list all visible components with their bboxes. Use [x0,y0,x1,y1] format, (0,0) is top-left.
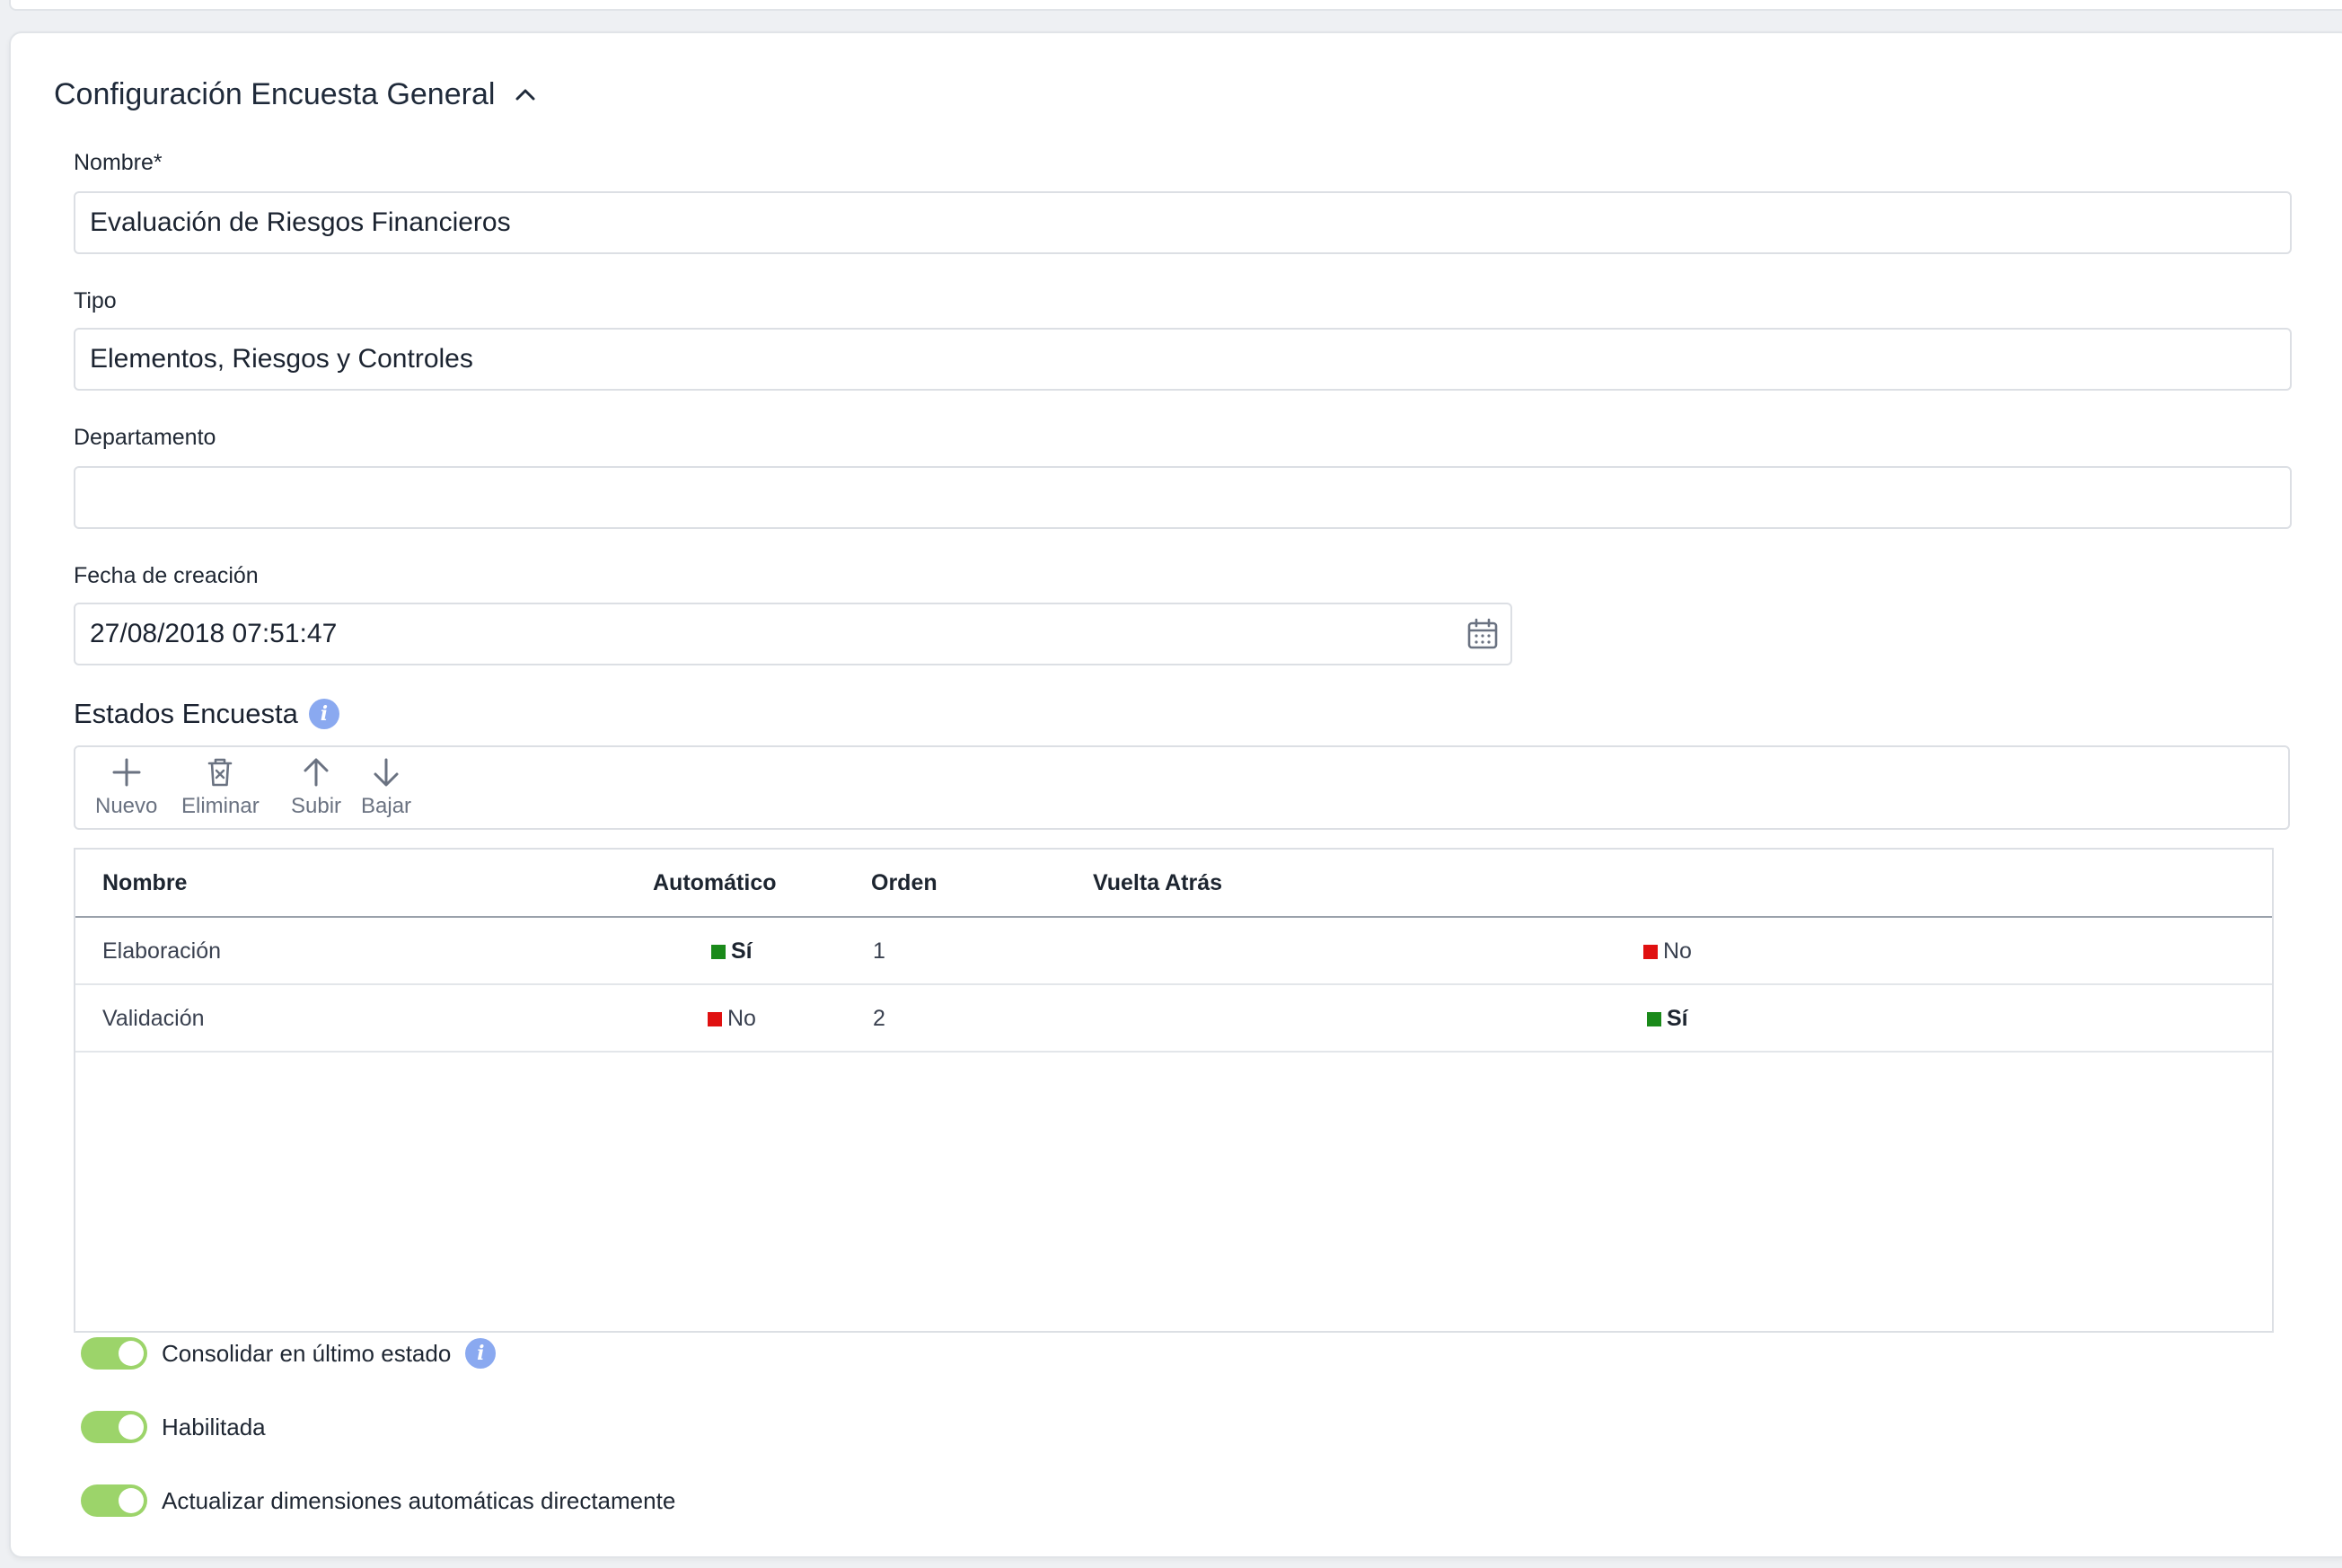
nuevo-button[interactable]: Nuevo [95,754,157,819]
estados-toolbar: Nuevo Eliminar Subir Bajar [74,745,2290,830]
nuevo-label: Nuevo [95,794,158,818]
cell-nombre: Validación [102,1006,205,1031]
consolidar-toggle[interactable] [81,1337,147,1370]
cell-vuelta-atras: No [1643,938,1692,965]
toggle-habilitada-row: Habilitada [81,1411,266,1443]
cell-vuelta-atras: Sí [1647,1006,1688,1032]
trash-icon [208,758,233,787]
cell-automatico: Sí [711,938,753,965]
actualizar-label: Actualizar dimensiones automáticas direc… [162,1486,676,1514]
cell-nombre: Elaboración [102,938,222,964]
survey-config-card: Configuración Encuesta General Nombre* T… [9,31,2342,1558]
col-nombre[interactable]: Nombre [102,870,187,896]
calendar-icon[interactable] [1466,617,1500,651]
col-automatico[interactable]: Automático [653,870,777,896]
toggle-consolidar-row: Consolidar en último estado i [81,1337,497,1370]
eliminar-label: Eliminar [181,794,260,818]
departamento-input[interactable] [74,466,2292,529]
toggle-actualizar-row: Actualizar dimensiones automáticas direc… [81,1484,675,1517]
nombre-label: Nombre* [74,150,163,175]
cell-automatico-text: No [727,1006,756,1031]
yes-indicator [711,944,726,959]
estados-title: Estados Encuesta i [74,698,339,730]
estados-title-text: Estados Encuesta [74,698,298,729]
subir-label: Subir [291,794,342,818]
tipo-input[interactable] [74,328,2292,391]
fecha-field [74,603,1512,665]
toggle-knob [119,1414,144,1440]
cell-orden: 2 [873,1006,885,1031]
fecha-label: Fecha de creación [74,563,259,588]
subir-button[interactable]: Subir [291,754,341,819]
actualizar-toggle[interactable] [81,1484,147,1517]
toggle-knob [119,1341,144,1366]
previous-card [9,0,2342,11]
section-title: Configuración Encuesta General [54,76,496,111]
habilitada-toggle[interactable] [81,1411,147,1443]
col-vuelta-atras[interactable]: Vuelta Atrás [1093,870,1222,896]
table-header: Nombre Automático Orden Vuelta Atrás [75,850,2272,918]
section-header: Configuración Encuesta General [54,67,538,121]
cell-orden: 1 [873,938,885,964]
cell-automatico: No [708,1006,756,1032]
fecha-input[interactable] [74,603,1512,665]
cell-automatico-text: Sí [731,938,753,964]
eliminar-button[interactable]: Eliminar [181,754,260,819]
tipo-label: Tipo [74,288,117,313]
toggle-knob [119,1488,144,1513]
bajar-button[interactable]: Bajar [361,754,411,819]
col-orden[interactable]: Orden [871,870,938,896]
consolidar-label: Consolidar en último estado [162,1339,452,1367]
arrow-down-icon [374,758,399,787]
yes-indicator [1647,1011,1661,1026]
departamento-label: Departamento [74,425,216,450]
habilitada-label: Habilitada [162,1413,266,1440]
table-row[interactable]: Elaboración Sí 1 No [75,918,2272,985]
estados-table: Nombre Automático Orden Vuelta Atrás Ela… [74,848,2274,1333]
info-icon[interactable]: i [465,1338,497,1369]
nombre-input[interactable] [74,191,2292,254]
no-indicator [708,1011,722,1026]
cell-vuelta-text: No [1663,938,1692,964]
plus-icon [112,758,141,787]
chevron-up-icon[interactable] [513,82,538,107]
arrow-up-icon [304,758,329,787]
bajar-label: Bajar [361,794,412,818]
info-icon[interactable]: i [308,699,339,729]
no-indicator [1643,944,1658,959]
table-row[interactable]: Validación No 2 Sí [75,985,2272,1053]
cell-vuelta-text: Sí [1667,1006,1688,1031]
